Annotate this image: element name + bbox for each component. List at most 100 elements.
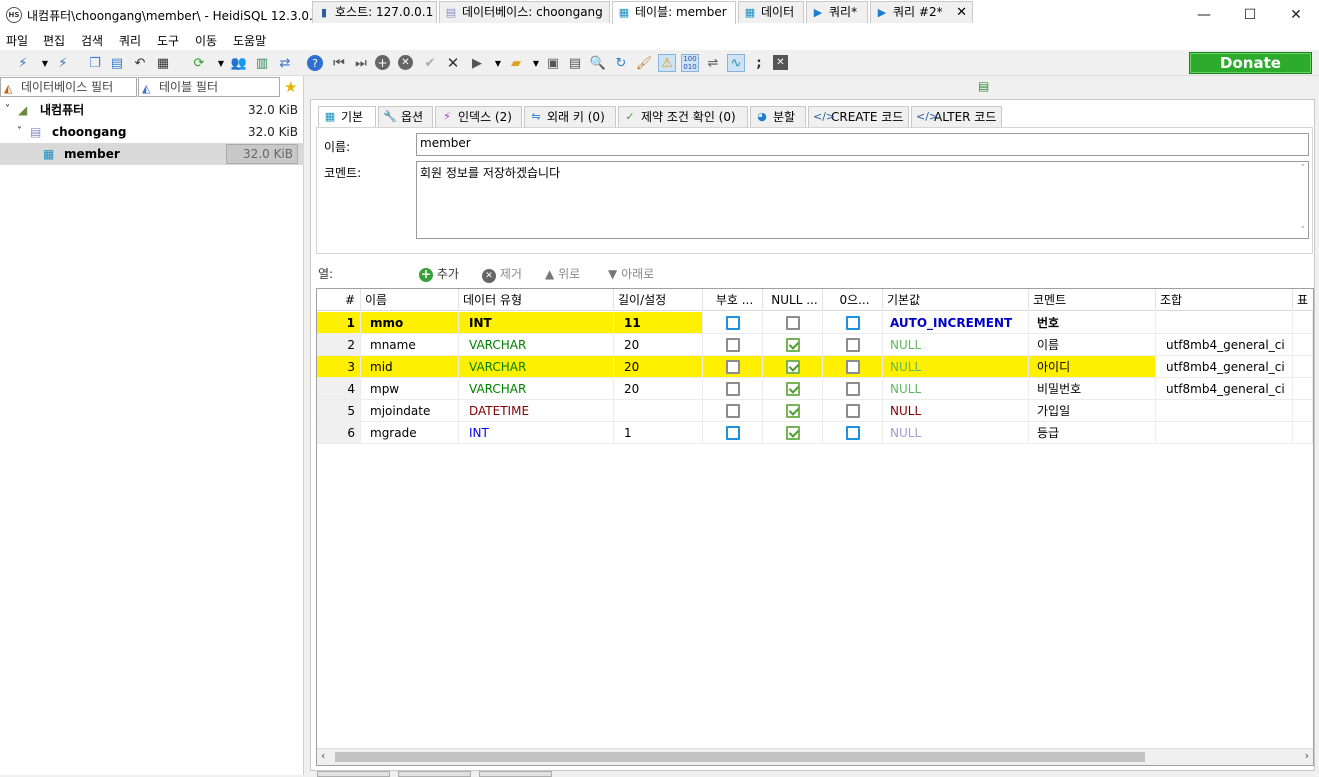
menu-help[interactable]: 도움말 — [233, 32, 266, 49]
move-down-button[interactable]: ▼ 아래로 — [608, 265, 654, 282]
table-row[interactable]: 4 mpw VARCHAR 20 NULL 비밀번호 utf8mb4_general_ci — [317, 378, 1313, 400]
move-up-button[interactable]: ▲ 위로 — [545, 265, 580, 282]
help-button[interactable] — [479, 771, 552, 777]
row-number-cell[interactable]: 3 — [317, 356, 361, 378]
allow-null-cell[interactable] — [763, 378, 823, 400]
default-value-cell[interactable]: NULL — [883, 378, 1029, 400]
subtab-foreign-keys[interactable]: ⇋ 외래 키 (0) — [524, 106, 616, 127]
tree-node-table[interactable]: ▦ member 32.0 KiB — [0, 143, 304, 165]
column-name-cell[interactable]: mid — [361, 356, 459, 378]
unsigned-checkbox[interactable] — [726, 382, 740, 396]
column-name-cell[interactable]: mname — [361, 334, 459, 356]
column-type-cell[interactable]: VARCHAR — [459, 378, 614, 400]
zerofill-checkbox[interactable] — [846, 382, 860, 396]
table-row[interactable]: 2 mname VARCHAR 20 NULL 이름 utf8mb4_general_ci — [317, 334, 1313, 356]
zerofill-checkbox[interactable] — [846, 404, 860, 418]
allow-null-cell[interactable] — [763, 400, 823, 422]
allow-null-cell[interactable] — [763, 334, 823, 356]
column-name-cell[interactable]: mpw — [361, 378, 459, 400]
minimize-button[interactable]: — — [1181, 0, 1227, 30]
row-number-cell[interactable]: 2 — [317, 334, 361, 356]
collation-cell[interactable] — [1156, 400, 1293, 422]
expression-cell[interactable] — [1293, 312, 1313, 334]
subtab-options[interactable]: 🔧 옵션 — [378, 106, 433, 127]
dropdown-arrow-icon[interactable]: ▼ — [212, 54, 230, 72]
tree-node-database[interactable]: ˅ ▤ choongang 32.0 KiB — [0, 121, 304, 143]
zerofill-checkbox[interactable] — [846, 360, 860, 374]
unsigned-cell[interactable] — [703, 356, 763, 378]
menu-go[interactable]: 이동 — [195, 32, 217, 49]
default-value-cell[interactable]: NULL — [883, 400, 1029, 422]
post-icon[interactable]: ✔ — [421, 54, 439, 72]
expand-chevron-icon[interactable]: ˅ — [17, 121, 22, 143]
close-window-button[interactable]: ✕ — [1273, 0, 1319, 30]
close-tab-icon[interactable]: ✕ — [956, 2, 967, 23]
zerofill-cell[interactable] — [823, 356, 883, 378]
column-type-cell[interactable]: VARCHAR — [459, 334, 614, 356]
column-type-cell[interactable]: INT — [459, 312, 614, 334]
collation-cell[interactable] — [1156, 312, 1293, 334]
collation-cell[interactable]: utf8mb4_general_ci — [1156, 356, 1293, 378]
menu-file[interactable]: 파일 — [6, 32, 28, 49]
dropdown-arrow-icon[interactable]: ▼ — [489, 54, 507, 72]
allow-null-checkbox[interactable] — [786, 404, 800, 418]
column-length-cell[interactable] — [614, 400, 703, 422]
column-comment-cell[interactable]: 아이디 — [1029, 356, 1156, 378]
header-comment[interactable]: 코멘트 — [1029, 289, 1156, 311]
allow-null-checkbox[interactable] — [786, 316, 800, 330]
column-length-cell[interactable]: 20 — [614, 356, 703, 378]
collation-cell[interactable]: utf8mb4_general_ci — [1156, 334, 1293, 356]
print-icon[interactable]: ▦ — [154, 54, 172, 72]
sql-help-icon[interactable]: ∿ — [727, 54, 745, 72]
header-number[interactable]: # — [317, 289, 361, 311]
subtab-basic[interactable]: ▦ 기본 — [318, 106, 376, 128]
subtab-indexes[interactable]: ⚡ 인덱스 (2) — [435, 106, 522, 127]
column-comment-cell[interactable]: 번호 — [1029, 312, 1156, 334]
save-icon[interactable]: ▣ — [544, 54, 562, 72]
column-length-cell[interactable]: 20 — [614, 378, 703, 400]
scroll-right-icon[interactable]: › — [1305, 749, 1309, 762]
horizontal-scrollbar[interactable]: ‹ › — [317, 748, 1313, 765]
column-comment-cell[interactable]: 가입일 — [1029, 400, 1156, 422]
export-icon[interactable]: ▥ — [253, 54, 271, 72]
zerofill-cell[interactable] — [823, 422, 883, 444]
header-zerofill[interactable]: 0으... — [823, 289, 883, 311]
default-value-cell[interactable]: AUTO_INCREMENT — [883, 312, 1029, 334]
menu-edit[interactable]: 편집 — [43, 32, 65, 49]
cancel-icon[interactable]: ✕ — [398, 55, 413, 70]
table-name-input[interactable]: member — [416, 133, 1309, 156]
default-value-cell[interactable]: NULL — [883, 356, 1029, 378]
add-icon[interactable]: + — [375, 55, 390, 70]
zerofill-checkbox[interactable] — [846, 426, 860, 440]
menu-tools[interactable]: 도구 — [157, 32, 179, 49]
zerofill-cell[interactable] — [823, 400, 883, 422]
tab-database[interactable]: ▤ 데이터베이스: choongang — [439, 1, 610, 23]
header-length[interactable]: 길이/설정 — [614, 289, 703, 311]
new-tab-icon[interactable]: ▤ — [978, 79, 994, 95]
dropdown-arrow-icon[interactable]: ▼ — [527, 54, 545, 72]
transfer-icon[interactable]: ⇄ — [276, 54, 294, 72]
column-type-cell[interactable]: INT — [459, 422, 614, 444]
subtab-alter-code[interactable]: </> ALTER 코드 — [911, 106, 1002, 127]
column-length-cell[interactable]: 20 — [614, 334, 703, 356]
zerofill-cell[interactable] — [823, 334, 883, 356]
binary-icon[interactable]: 100 010 — [681, 54, 699, 72]
subtab-partitions[interactable]: ◕ 분할 — [750, 106, 806, 127]
collation-cell[interactable]: utf8mb4_general_ci — [1156, 378, 1293, 400]
favorites-star-icon[interactable]: ★ — [284, 78, 297, 96]
allow-null-checkbox[interactable] — [786, 338, 800, 352]
subtab-check-constraints[interactable]: ✓ 제약 조건 확인 (0) — [618, 106, 748, 127]
allow-null-checkbox[interactable] — [786, 360, 800, 374]
allow-null-checkbox[interactable] — [786, 426, 800, 440]
table-filter-input[interactable]: ◭ 테이블 필터 — [138, 77, 280, 97]
tab-query[interactable]: ▶ 쿼리* — [806, 1, 868, 23]
remove-column-button[interactable]: ✕ 제거 — [482, 265, 522, 283]
table-comment-textarea[interactable]: 회원 정보를 저장하겠습니다 ˄ ˅ — [416, 161, 1309, 239]
unsigned-checkbox[interactable] — [726, 360, 740, 374]
column-name-cell[interactable]: mmo — [361, 312, 459, 334]
delete-icon[interactable]: ✕ — [444, 54, 462, 72]
tab-data[interactable]: ▦ 데이터 — [738, 1, 804, 23]
table-row[interactable]: 6 mgrade INT 1 NULL 등급 — [317, 422, 1313, 444]
unsigned-cell[interactable] — [703, 378, 763, 400]
allow-null-cell[interactable] — [763, 312, 823, 334]
